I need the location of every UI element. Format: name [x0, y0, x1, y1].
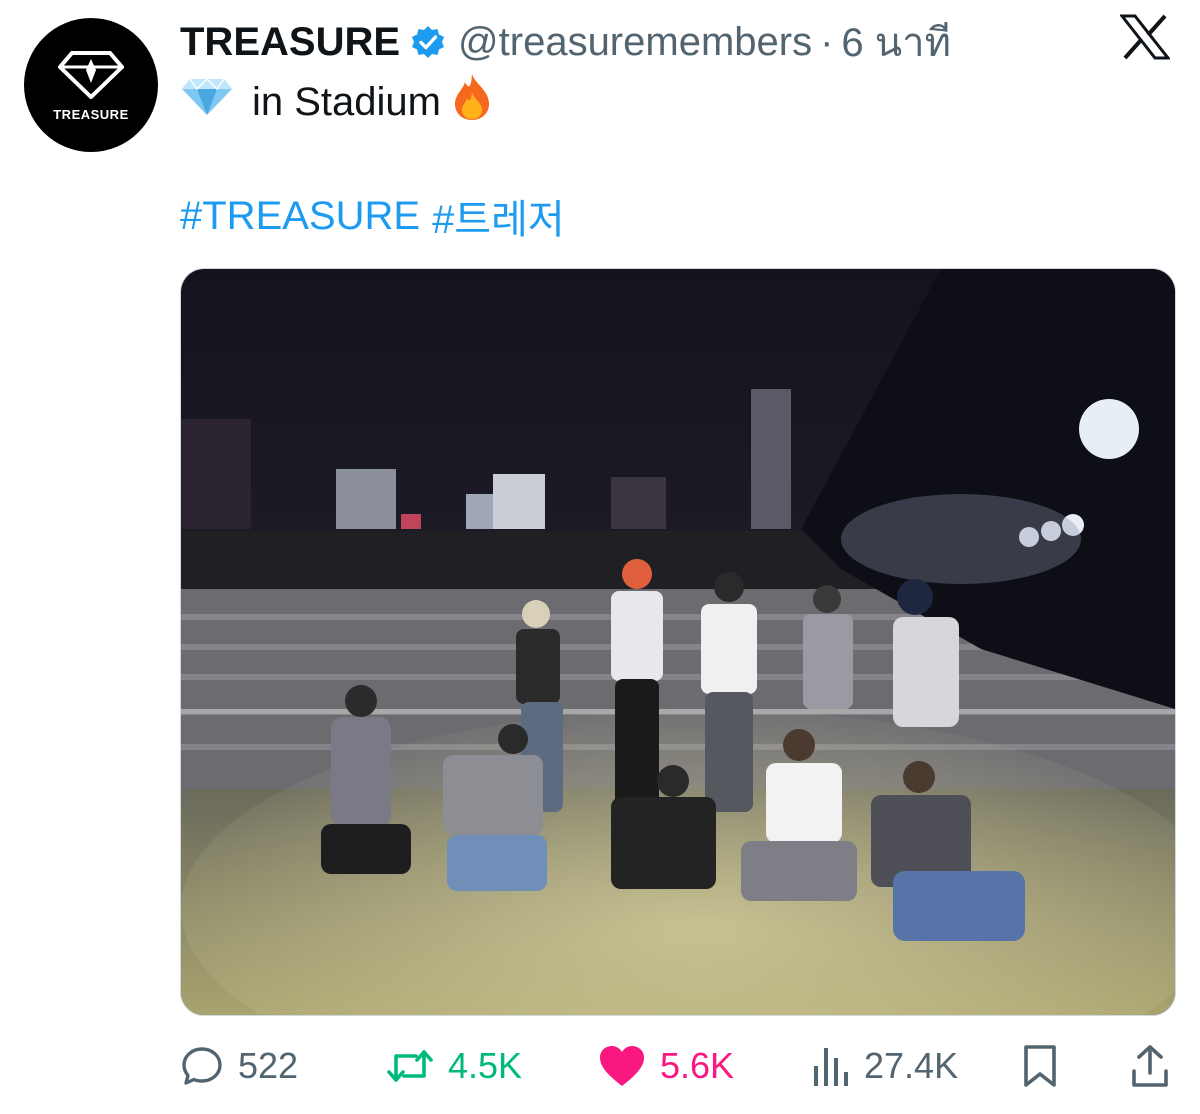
retweet-button[interactable]: 4.5K: [386, 1038, 522, 1094]
tweet-text-line: in Stadium: [180, 74, 493, 130]
gem-emoji-icon: [180, 77, 234, 127]
tweet-action-bar: 522 4.5K 5.6K 27.4K: [180, 1038, 1174, 1094]
reply-button[interactable]: 522: [180, 1038, 298, 1094]
stadium-photo-illustration: [181, 269, 1175, 1015]
account-handle[interactable]: @treasuremembers: [458, 20, 812, 65]
x-logo-icon[interactable]: [1118, 14, 1172, 65]
like-button[interactable]: 5.6K: [598, 1038, 734, 1094]
retweet-icon: [387, 1050, 433, 1082]
bookmark-button[interactable]: [1020, 1038, 1060, 1094]
retweet-count: 4.5K: [448, 1045, 523, 1086]
views-icon: [814, 1048, 848, 1086]
fire-emoji-icon: [451, 72, 493, 132]
tweet-photo[interactable]: [180, 268, 1176, 1016]
account-avatar[interactable]: TREASURE: [24, 18, 158, 152]
time-separator: ·: [820, 19, 834, 64]
treasure-logo-icon: [58, 50, 124, 99]
account-name[interactable]: TREASURE: [180, 20, 400, 65]
share-button[interactable]: [1130, 1038, 1170, 1094]
views-count: 27.4K: [864, 1045, 959, 1086]
tweet-header: TREASURE @treasuremembers · 6 นาที: [180, 14, 951, 70]
hashtags: #TREASURE #트레저: [180, 187, 565, 245]
reply-count: 522: [238, 1045, 299, 1086]
hashtag-korean[interactable]: #트레저: [432, 187, 565, 245]
verified-badge-icon: [410, 24, 446, 60]
hashtag-treasure[interactable]: #TREASURE: [180, 194, 420, 239]
share-icon: [1132, 1045, 1168, 1087]
reply-icon: [182, 1047, 222, 1085]
views-button[interactable]: 27.4K: [810, 1038, 958, 1094]
like-count: 5.6K: [660, 1045, 735, 1086]
avatar-wordmark: TREASURE: [53, 106, 129, 122]
tweet-text: in Stadium: [252, 79, 441, 124]
tweet-timestamp[interactable]: 6 นาที: [841, 10, 951, 74]
bookmark-icon: [1024, 1045, 1056, 1087]
like-icon: [600, 1046, 644, 1086]
